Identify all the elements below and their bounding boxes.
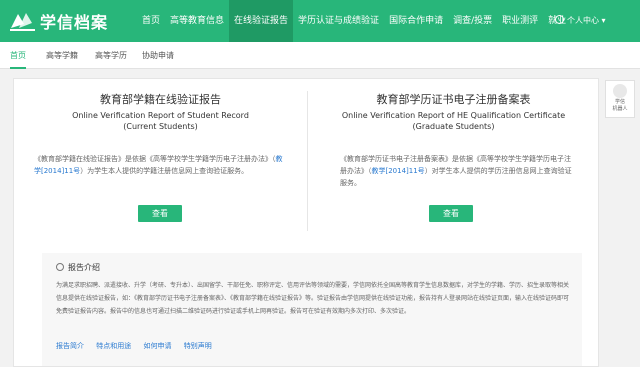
robot-icon [613,84,627,98]
nav-item-home[interactable]: 首页 [137,0,165,42]
chat-robot-widget[interactable]: 学信 机器人 [605,80,635,118]
user-icon [555,15,564,24]
view-qualification-button[interactable]: 查看 [429,205,473,222]
regulation-link[interactable]: 教学[2014]11号 [372,167,425,175]
user-center-label: 个人中心 [567,16,599,25]
brand-name: 学信档案 [40,13,109,32]
nav-item-online-verification[interactable]: 在线验证报告 [229,0,294,42]
user-center-menu[interactable]: 个人中心 ▾ [555,0,606,42]
chevron-down-icon: ▾ [599,16,606,25]
link-features[interactable]: 特点和用途 [96,342,131,350]
qualification-en-subtitle: (Graduate Students) [412,122,495,131]
qualification-description: 《教育部学历证书电子注册备案表》是依据《高等学校学生学籍学历电子注册办法》（教学… [340,155,572,187]
nav-item-higher-education[interactable]: 高等教育信息 [165,0,229,42]
student-record-description: 《教育部学籍在线验证报告》是依据《高等学校学生学籍学历电子注册办法》（教学[20… [34,155,283,175]
book-logo-icon [10,13,35,31]
sub-navigation: 首页 高等学籍 高等学历 协助申请 [0,42,640,69]
report-links: 报告简介 特点和用途 如何申请 特别声明 [56,341,222,351]
link-statement[interactable]: 特别声明 [184,342,212,350]
student-record-en-title: Online Verification Report of Student Re… [72,111,249,120]
qualification-en-title: Online Verification Report of HE Qualifi… [341,111,566,120]
student-record-en-subtitle: (Current Students) [123,122,198,131]
subnav-item-student-record[interactable]: 高等学籍 [46,42,78,69]
top-navigation-bar: 学信档案 首页 高等教育信息 在线验证报告 学历认证与成绩验证 国际合作申请 调… [0,0,640,42]
main-nav: 首页 高等教育信息 在线验证报告 学历认证与成绩验证 国际合作申请 调查/投票 … [137,0,571,42]
verification-card: 教育部学籍在线验证报告 Online Verification Report o… [13,78,599,367]
view-student-record-button[interactable]: 查看 [138,205,182,222]
site-logo[interactable]: 学信档案 [10,8,108,34]
link-report-intro[interactable]: 报告简介 [56,342,84,350]
report-intro-body: 为满足求职招聘、派遣接收、升学（考研、专升本）、出国留学、干部任免、职称评定、信… [56,282,570,315]
subnav-item-home[interactable]: 首页 [10,42,26,69]
student-record-title: 教育部学籍在线验证报告 [100,93,221,106]
subnav-item-assist-apply[interactable]: 协助申请 [142,42,174,69]
link-how-to-apply[interactable]: 如何申请 [143,342,171,350]
nav-item-international[interactable]: 国际合作申请 [384,0,448,42]
report-intro-title: 报告介绍 [56,262,100,273]
nav-item-degree-certification[interactable]: 学历认证与成绩验证 [293,0,384,42]
nav-item-survey[interactable]: 调查/投票 [448,0,497,42]
gear-icon [56,263,64,271]
subnav-item-qualification[interactable]: 高等学历 [95,42,127,69]
report-intro-panel: 报告介绍 为满足求职招聘、派遣接收、升学（考研、专升本）、出国留学、干部任免、职… [42,253,582,366]
robot-label-line1: 学信 [614,99,625,105]
nav-item-career-test[interactable]: 职业测评 [497,0,543,42]
robot-label-line2: 机器人 [612,106,628,112]
qualification-title: 教育部学历证书电子注册备案表 [376,93,531,106]
